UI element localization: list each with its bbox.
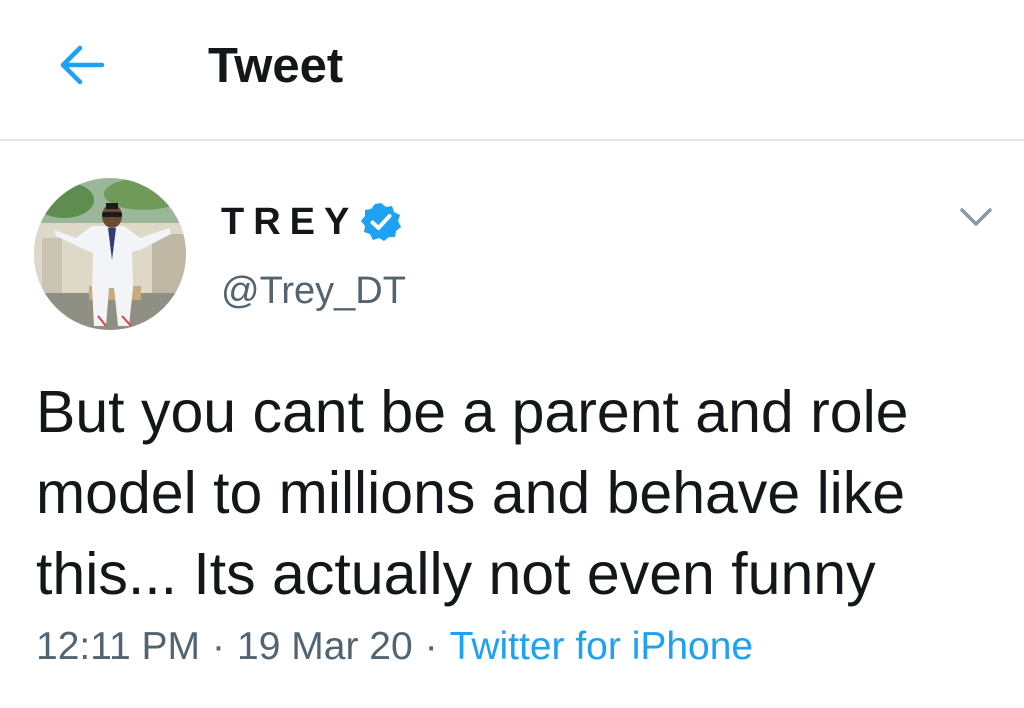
tweet-date: 19 Mar 20 <box>237 625 413 668</box>
verified-badge-icon <box>361 203 402 241</box>
author-display-name: TREY <box>221 201 359 243</box>
meta-separator: · <box>424 625 438 668</box>
tweet-metadata: 12:11 PM · 19 Mar 20 · Twitter for iPhone <box>36 622 753 672</box>
author-name-row[interactable]: TREY <box>221 197 402 247</box>
tweet-text: But you cant be a parent and role model … <box>36 379 909 607</box>
arrow-left-icon[interactable] <box>56 42 106 88</box>
author-handle[interactable]: @Trey_DT <box>221 268 406 314</box>
chevron-down-icon[interactable] <box>958 205 994 229</box>
meta-separator: · <box>212 625 226 668</box>
tweet-source-link[interactable]: Twitter for iPhone <box>450 625 753 668</box>
top-bar: Tweet <box>0 0 1024 141</box>
page-title: Tweet <box>208 39 344 93</box>
tweet-time: 12:11 PM <box>36 625 201 668</box>
avatar[interactable] <box>34 178 186 330</box>
